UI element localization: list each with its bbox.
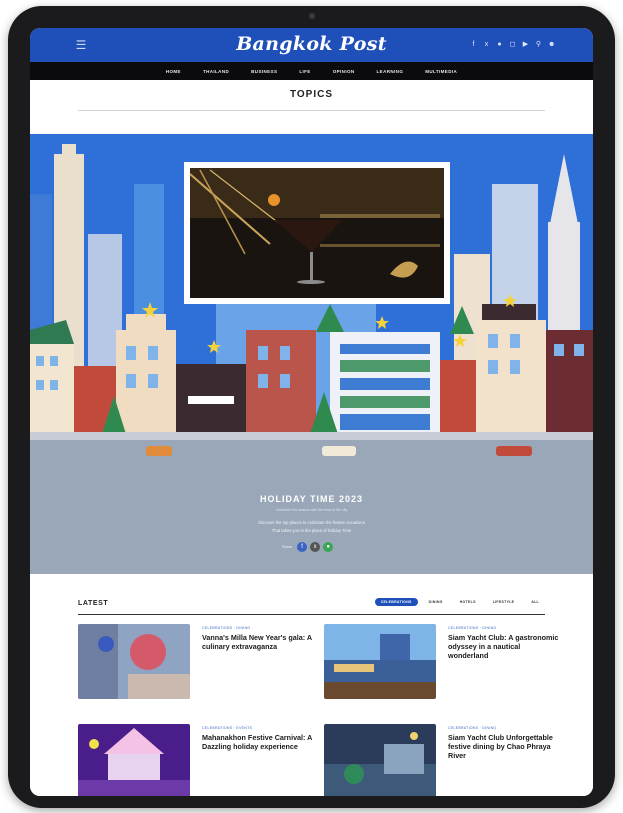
article-card[interactable]: CELEBRATIONS · EVENTS Mahanakhon Festive… [78,724,312,796]
screen: ☰ Bangkok Post f x ● ◻ ▶ ⚲ ☻ HOME THAILA… [30,28,593,796]
article-card[interactable]: CELEBRATIONS · DINING Siam Yacht Club: A… [324,624,558,704]
article-headline[interactable]: Siam Yacht Club Unforgettable festive di… [448,733,560,760]
latest-title: LATEST [78,600,109,607]
article-kicker: CELEBRATIONS · DINING [202,626,251,630]
hero-description-line-1: Discover the top places to celebrate the… [258,520,365,525]
hero-banner[interactable]: HOLIDAY TIME 2023 Celebrate the season w… [30,134,593,574]
line-icon[interactable]: ● [496,40,503,49]
latest-divider [78,614,545,615]
facebook-icon[interactable]: f [470,40,477,49]
page-title: TOPICS [289,89,334,100]
article-kicker: CELEBRATIONS · EVENTS [202,726,253,730]
latest-section: LATEST CELEBRATIONS DINING HOTELS LIFEST… [30,574,593,796]
article-kicker: CELEBRATIONS · DINING [448,626,497,630]
title-divider [78,110,545,111]
latest-header: LATEST CELEBRATIONS DINING HOTELS LIFEST… [78,598,545,612]
filter-hotels[interactable]: HOTELS [454,598,482,606]
nav-item-life[interactable]: LIFE [299,69,310,74]
social-links: f x ● ◻ ▶ ⚲ ☻ [470,40,556,49]
site-header: ☰ Bangkok Post f x ● ◻ ▶ ⚲ ☻ [30,28,593,62]
x-icon[interactable]: x [483,40,490,49]
facebook-share-icon[interactable]: f [297,542,308,552]
article-thumbnail[interactable] [324,724,436,796]
article-card[interactable]: CELEBRATIONS · DINING Siam Yacht Club Un… [324,724,554,796]
share-bar: Share f x ● [282,542,334,552]
hero-description-line-2: That takes you to the place of holiday T… [271,528,352,533]
nav-item-learning[interactable]: LEARNING [377,69,404,74]
hero-subtitle: Celebrate the season with the best of th… [275,508,348,512]
youtube-icon[interactable]: ▶ [522,40,529,49]
article-thumbnail[interactable] [78,624,190,699]
filter-all[interactable]: ALL [525,598,545,606]
share-label: Share [282,545,293,549]
tablet-frame: ☰ Bangkok Post f x ● ◻ ▶ ⚲ ☻ HOME THAILA… [8,6,615,808]
main-nav: HOME THAILAND BUSINESS LIFE OPINION LEAR… [30,62,593,80]
article-thumbnail[interactable] [324,624,436,699]
front-camera [308,13,315,19]
article-headline[interactable]: Siam Yacht Club: A gastronomic odyssey i… [448,633,560,660]
filter-dining[interactable]: DINING [423,598,449,606]
instagram-icon[interactable]: ◻ [509,40,516,49]
filter-celebrations[interactable]: CELEBRATIONS [374,598,418,606]
article-headline[interactable]: Vanna's Milla New Year's gala: A culinar… [202,633,314,651]
article-card[interactable]: CELEBRATIONS · DINING Vanna's Milla New … [78,624,312,704]
search-icon[interactable]: ⚲ [535,40,542,49]
nav-item-home[interactable]: HOME [166,69,181,74]
nav-item-opinion[interactable]: OPINION [333,69,355,74]
article-headline[interactable]: Mahanakhon Festive Carnival: A Dazzling … [202,733,314,751]
user-icon[interactable]: ☻ [548,40,555,49]
x-share-icon[interactable]: x [310,542,321,552]
filter-tabs: CELEBRATIONS DINING HOTELS LIFESTYLE ALL [374,598,545,606]
nav-item-business[interactable]: BUSINESS [251,69,277,74]
hero-title: HOLIDAY TIME 2023 [259,494,364,504]
nav-item-multimedia[interactable]: MULTIMEDIA [425,69,457,74]
line-share-icon[interactable]: ● [323,542,334,552]
article-kicker: CELEBRATIONS · DINING [448,726,497,730]
article-thumbnail[interactable] [78,724,190,796]
nav-item-thailand[interactable]: THAILAND [203,69,229,74]
filter-lifestyle[interactable]: LIFESTYLE [487,598,521,606]
